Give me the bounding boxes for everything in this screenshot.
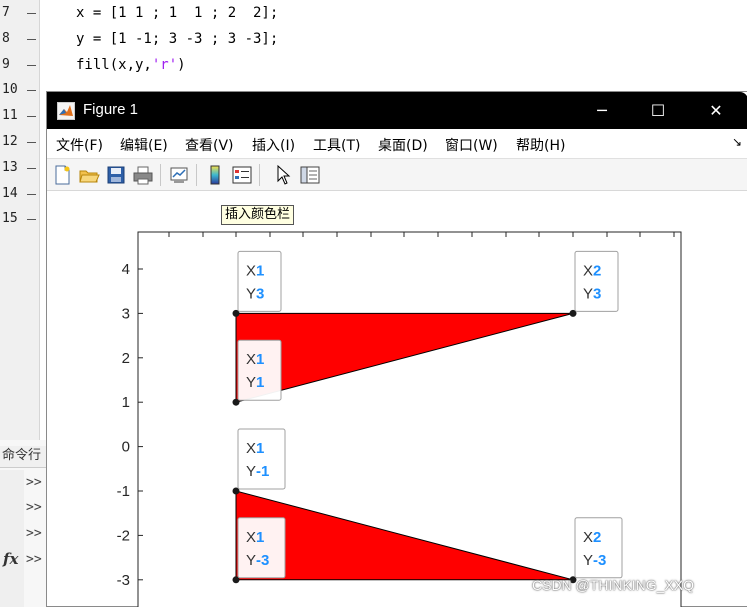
datatip-y-label: Y — [583, 552, 593, 569]
datatip-y-row: Y3 — [583, 285, 601, 302]
datatip-y-label: Y — [246, 374, 256, 391]
datatip-y-value: -1 — [256, 463, 269, 480]
datatip[interactable]: X1Y1 — [237, 339, 282, 401]
y-tick-label: -1 — [117, 483, 130, 500]
datatip-y-value: 3 — [593, 285, 601, 302]
datatip-x-row: X1 — [246, 262, 264, 279]
datatip-y-value: 1 — [256, 374, 264, 391]
datatip-y-label: Y — [246, 552, 256, 569]
datatip-x-label: X — [246, 351, 256, 368]
datatip-y-value: -3 — [593, 552, 606, 569]
y-tick-label: -2 — [117, 527, 130, 544]
datatip-x-label: X — [583, 262, 593, 279]
datatip[interactable]: X1Y-1 — [237, 428, 286, 490]
datatip[interactable]: X2Y-3 — [574, 517, 623, 579]
datatip[interactable]: X1Y-3 — [237, 517, 286, 579]
datatip-x-label: X — [583, 529, 593, 546]
datatip-x-label: X — [246, 440, 256, 457]
datatip-x-label: X — [246, 529, 256, 546]
datatip-y-value: 3 — [256, 285, 264, 302]
datatip-y-row: Y-3 — [583, 552, 606, 569]
datatip[interactable]: X2Y3 — [574, 250, 619, 312]
datatip-y-row: Y1 — [246, 374, 264, 391]
y-tick-label: 0 — [122, 439, 130, 456]
y-tick-label: 1 — [122, 394, 130, 411]
datatip-x-value: 2 — [593, 529, 601, 546]
datatip-x-value: 2 — [593, 262, 601, 279]
datatip-box — [237, 428, 286, 490]
watermark: CSDN @THINKING_XXQ — [532, 577, 695, 593]
datatip-x-row: X2 — [583, 262, 601, 279]
y-tick-label: 4 — [122, 261, 130, 278]
datatip[interactable]: X1Y3 — [237, 250, 282, 312]
datatip-y-value: -3 — [256, 552, 269, 569]
datatip-y-row: Y-1 — [246, 463, 269, 480]
y-tick-label: 2 — [122, 350, 130, 367]
datatip-y-row: Y3 — [246, 285, 264, 302]
datatip-x-row: X1 — [246, 529, 264, 546]
datatip-y-label: Y — [583, 285, 593, 302]
y-tick-label: -3 — [117, 572, 130, 589]
datatip-x-value: 1 — [256, 440, 264, 457]
datatip-y-label: Y — [246, 285, 256, 302]
y-tick-label: 3 — [122, 305, 130, 322]
datatip-y-label: Y — [246, 463, 256, 480]
datatip-x-value: 1 — [256, 529, 264, 546]
datatip-x-row: X1 — [246, 351, 264, 368]
datatip-x-value: 1 — [256, 262, 264, 279]
plot-canvas[interactable]: 43210-1-2-3 X1Y3X2Y3X1Y1X1Y-1X1Y-3X2Y-3 — [0, 0, 747, 607]
datatip-x-label: X — [246, 262, 256, 279]
datatip-x-row: X2 — [583, 529, 601, 546]
datatip-y-row: Y-3 — [246, 552, 269, 569]
datatip-x-row: X1 — [246, 440, 264, 457]
datatip-x-value: 1 — [256, 351, 264, 368]
